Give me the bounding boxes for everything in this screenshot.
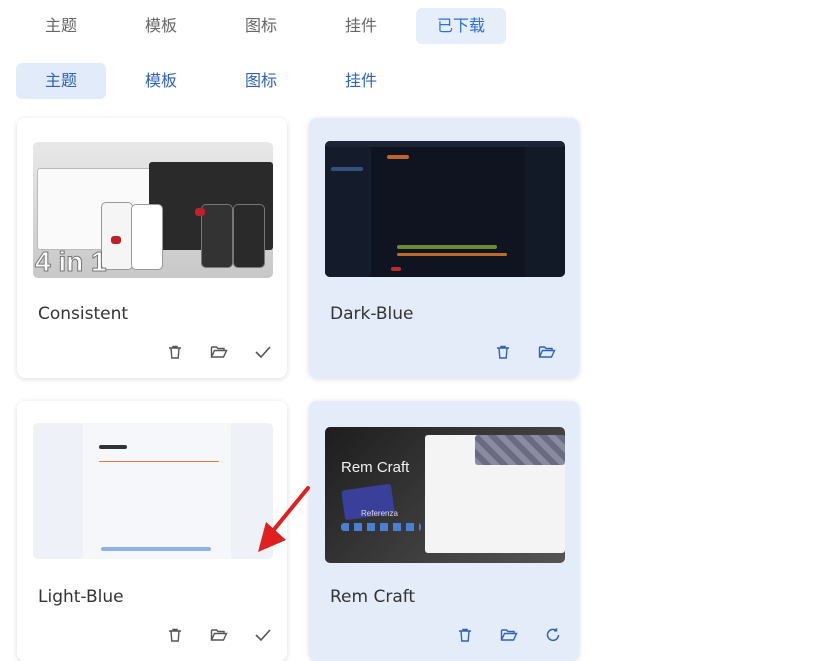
trash-icon[interactable] xyxy=(163,340,187,364)
subtab-template[interactable]: 模板 xyxy=(116,63,206,99)
refresh-icon[interactable] xyxy=(541,623,565,647)
folder-open-icon[interactable] xyxy=(207,623,231,647)
subtab-icon[interactable]: 图标 xyxy=(216,63,306,99)
folder-open-icon[interactable] xyxy=(497,623,521,647)
tab-theme[interactable]: 主题 xyxy=(16,8,106,44)
check-icon[interactable] xyxy=(251,623,275,647)
annotation-arrow-icon xyxy=(258,486,310,552)
tab-template[interactable]: 模板 xyxy=(116,8,206,44)
sub-tab-bar: 主题 模板 图标 挂件 xyxy=(16,63,416,99)
top-tab-bar: 主题 模板 图标 挂件 已下载 xyxy=(16,8,516,44)
folder-open-icon[interactable] xyxy=(207,340,231,364)
subtab-theme[interactable]: 主题 xyxy=(16,63,106,99)
tab-widget[interactable]: 挂件 xyxy=(316,8,406,44)
theme-name: Rem Craft xyxy=(330,587,416,607)
theme-thumbnail xyxy=(33,423,273,559)
theme-thumbnail xyxy=(325,141,565,277)
folder-open-icon[interactable] xyxy=(535,340,559,364)
trash-icon[interactable] xyxy=(163,623,187,647)
check-icon[interactable] xyxy=(251,340,275,364)
trash-icon[interactable] xyxy=(453,623,477,647)
thumb-subtitle: Referenza xyxy=(361,509,398,518)
theme-thumbnail: 4 in 1 xyxy=(33,142,273,278)
theme-card-rem-craft[interactable]: Rem Craft Referenza Rem Craft xyxy=(309,401,579,661)
theme-card-dark-blue[interactable]: Dark-Blue xyxy=(309,118,579,378)
theme-card-consistent[interactable]: 4 in 1 Consistent xyxy=(17,118,287,378)
subtab-widget[interactable]: 挂件 xyxy=(316,63,406,99)
thumb-title: Rem Craft xyxy=(341,459,410,476)
trash-icon[interactable] xyxy=(491,340,515,364)
theme-name: Light-Blue xyxy=(38,587,124,607)
thumb-caption: 4 in 1 xyxy=(35,246,108,278)
tab-downloaded[interactable]: 已下载 xyxy=(416,8,506,44)
theme-name: Dark-Blue xyxy=(330,304,414,324)
tab-icon[interactable]: 图标 xyxy=(216,8,306,44)
theme-name: Consistent xyxy=(38,304,129,324)
theme-thumbnail: Rem Craft Referenza xyxy=(325,427,565,563)
